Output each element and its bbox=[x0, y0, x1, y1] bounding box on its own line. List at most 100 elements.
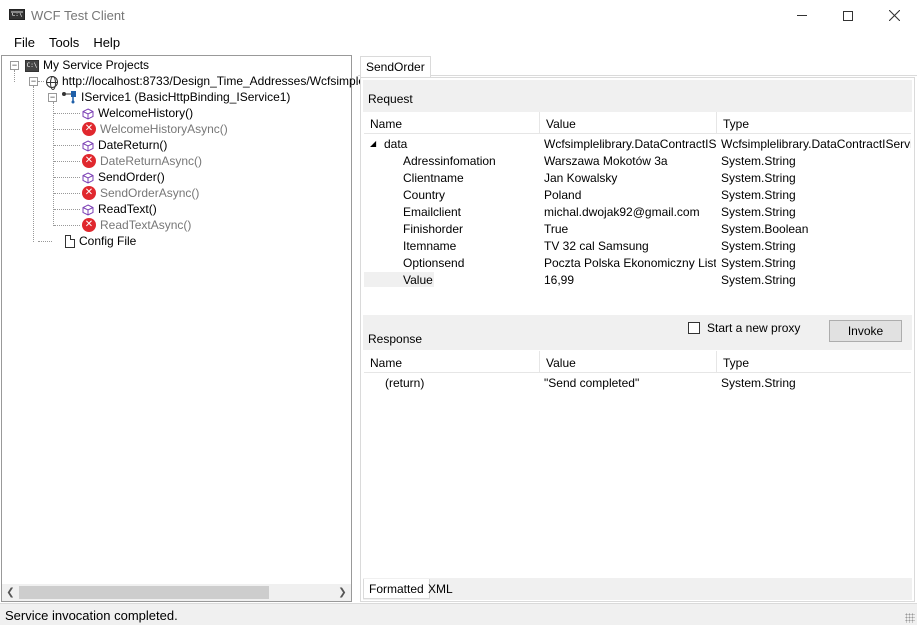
column-header-value[interactable]: Value bbox=[546, 356, 576, 370]
response-row[interactable]: (return) "Send completed" System.String bbox=[364, 374, 911, 391]
cell-name: (return) bbox=[385, 376, 425, 390]
cell-name: Clientname bbox=[403, 171, 464, 185]
tree-node-label: IService1 (BasicHttpBinding_IService1) bbox=[81, 90, 291, 104]
column-header-name[interactable]: Name bbox=[370, 356, 402, 370]
request-row-data[interactable]: ◢ data Wcfsimplelibrary.DataContractISer… bbox=[364, 135, 911, 152]
tree-node-method[interactable]: ✕ ReadTextAsync() bbox=[82, 217, 191, 233]
tree-node-label: Config File bbox=[79, 234, 137, 248]
tree-node-service[interactable]: IService1 (BasicHttpBinding_IService1) bbox=[61, 89, 290, 105]
request-row[interactable]: Itemname TV 32 cal Samsung System.String bbox=[364, 237, 911, 254]
maximize-button[interactable] bbox=[825, 0, 871, 31]
column-header-type[interactable]: Type bbox=[723, 117, 749, 131]
column-separator[interactable] bbox=[539, 351, 540, 373]
cell-value[interactable]: Warszawa Mokotów 3a bbox=[544, 154, 716, 168]
error-icon: ✕ bbox=[82, 186, 96, 200]
cell-type: System.String bbox=[721, 256, 796, 270]
cell-type: Wcfsimplelibrary.DataContractIService1 bbox=[721, 137, 911, 151]
cell-name: Optionsend bbox=[403, 256, 465, 270]
window-title: WCF Test Client bbox=[31, 8, 125, 23]
method-icon bbox=[82, 139, 94, 152]
tab-sendorder[interactable]: SendOrder bbox=[360, 56, 431, 77]
menu-file[interactable]: File bbox=[7, 31, 42, 55]
collapse-root-toggle[interactable]: − bbox=[10, 61, 19, 70]
tree-node-config[interactable]: Config File bbox=[65, 233, 136, 249]
cell-value[interactable]: "Send completed" bbox=[544, 376, 716, 390]
tree-node-label: ReadText() bbox=[98, 202, 157, 216]
request-row[interactable]: Optionsend Poczta Polska Ekonomiczny Lis… bbox=[364, 254, 911, 271]
close-button[interactable] bbox=[871, 0, 917, 31]
request-row[interactable]: Country Poland System.String bbox=[364, 186, 911, 203]
service-tree: − C:\ My Service Projects − http://local… bbox=[1, 55, 377, 602]
tree-node-label: ReadTextAsync() bbox=[100, 218, 192, 232]
project-icon: C:\ bbox=[25, 60, 39, 72]
method-icon bbox=[82, 171, 94, 184]
scroll-thumb[interactable] bbox=[19, 586, 269, 599]
tab-formatted[interactable]: Formatted bbox=[363, 579, 430, 599]
response-grid-header: Name Value Type bbox=[364, 351, 911, 373]
column-separator[interactable] bbox=[716, 351, 717, 373]
cell-value[interactable]: michal.dwojak92@gmail.com bbox=[544, 205, 716, 219]
invoke-button[interactable]: Invoke bbox=[829, 320, 902, 342]
column-header-name[interactable]: Name bbox=[370, 117, 402, 131]
request-grid: Name Value Type ◢ data Wcfsimplelibrary.… bbox=[364, 112, 911, 288]
collapse-endpoint-toggle[interactable]: − bbox=[29, 77, 38, 86]
cell-name: Itemname bbox=[403, 239, 457, 253]
menu-help[interactable]: Help bbox=[86, 31, 127, 55]
request-row-selected[interactable]: Value 16,99 System.String bbox=[364, 271, 911, 288]
request-header: Request bbox=[363, 80, 912, 112]
column-header-type[interactable]: Type bbox=[723, 356, 749, 370]
globe-icon bbox=[46, 76, 58, 90]
error-icon: ✕ bbox=[82, 218, 96, 232]
tree-node-label: DateReturn() bbox=[98, 138, 168, 152]
request-row[interactable]: Clientname Jan Kowalsky System.String bbox=[364, 169, 911, 186]
tree-node-root[interactable]: C:\ My Service Projects bbox=[25, 57, 149, 73]
tree-guide bbox=[54, 161, 80, 162]
document-icon bbox=[65, 234, 75, 248]
tree-horizontal-scrollbar[interactable]: ❮ ❯ bbox=[2, 584, 351, 601]
cell-value[interactable]: TV 32 cal Samsung bbox=[544, 239, 716, 253]
cell-value[interactable]: 16,99 bbox=[544, 273, 716, 287]
minimize-button[interactable] bbox=[779, 0, 825, 31]
cell-name: Value bbox=[364, 272, 434, 287]
tree-node-method[interactable]: DateReturn() bbox=[82, 137, 167, 153]
tree-node-method[interactable]: ✕ DateReturnAsync() bbox=[82, 153, 202, 169]
column-separator[interactable] bbox=[539, 112, 540, 134]
menu-tools[interactable]: Tools bbox=[42, 31, 86, 55]
tree-node-method-selected[interactable]: SendOrder() bbox=[82, 169, 165, 185]
app-icon: C:\ bbox=[9, 9, 25, 20]
tree-node-method[interactable]: WelcomeHistory() bbox=[82, 105, 193, 121]
cell-value[interactable]: Poczta Polska Ekonomiczny List bbox=[544, 256, 716, 270]
tree-node-endpoint[interactable]: http://localhost:8733/Design_Time_Addres… bbox=[46, 73, 377, 90]
tree-node-method[interactable]: ReadText() bbox=[82, 201, 157, 217]
resize-grip-icon[interactable] bbox=[905, 613, 915, 623]
cell-value[interactable]: True bbox=[544, 222, 716, 236]
status-bar: Service invocation completed. bbox=[0, 603, 917, 625]
service-contract-icon bbox=[61, 90, 77, 104]
tree-guide bbox=[38, 81, 44, 82]
view-mode-tabs: Formatted XML bbox=[363, 578, 912, 600]
column-header-value[interactable]: Value bbox=[546, 117, 576, 131]
tree-node-method[interactable]: ✕ SendOrderAsync() bbox=[82, 185, 199, 201]
cell-name: Country bbox=[403, 188, 446, 202]
request-row[interactable]: Adressinfomation Warszawa Mokotów 3a Sys… bbox=[364, 152, 911, 169]
error-icon: ✕ bbox=[82, 154, 96, 168]
tab-xml[interactable]: XML bbox=[423, 579, 458, 599]
request-row[interactable]: Emailclient michal.dwojak92@gmail.com Sy… bbox=[364, 203, 911, 220]
start-new-proxy-checkbox[interactable] bbox=[688, 322, 700, 334]
tree-guide bbox=[54, 145, 80, 146]
request-row[interactable]: Finishorder True System.Boolean bbox=[364, 220, 911, 237]
cell-type: System.String bbox=[721, 376, 796, 390]
cell-value[interactable]: Poland bbox=[544, 188, 716, 202]
scroll-left-icon[interactable]: ❮ bbox=[2, 584, 19, 601]
request-label: Request bbox=[368, 92, 413, 106]
request-grid-header: Name Value Type bbox=[364, 112, 911, 134]
column-separator[interactable] bbox=[716, 112, 717, 134]
scroll-right-icon[interactable]: ❯ bbox=[334, 584, 351, 601]
cell-value[interactable]: Jan Kowalsky bbox=[544, 171, 716, 185]
cell-value[interactable]: Wcfsimplelibrary.DataContractIServic bbox=[544, 137, 716, 151]
document-tabs: SendOrder bbox=[358, 55, 917, 77]
cell-name: Emailclient bbox=[403, 205, 462, 219]
collapse-service-toggle[interactable]: − bbox=[48, 93, 57, 102]
collapse-triangle-icon[interactable]: ◢ bbox=[370, 139, 382, 148]
tree-node-method[interactable]: ✕ WelcomeHistoryAsync() bbox=[82, 121, 228, 137]
